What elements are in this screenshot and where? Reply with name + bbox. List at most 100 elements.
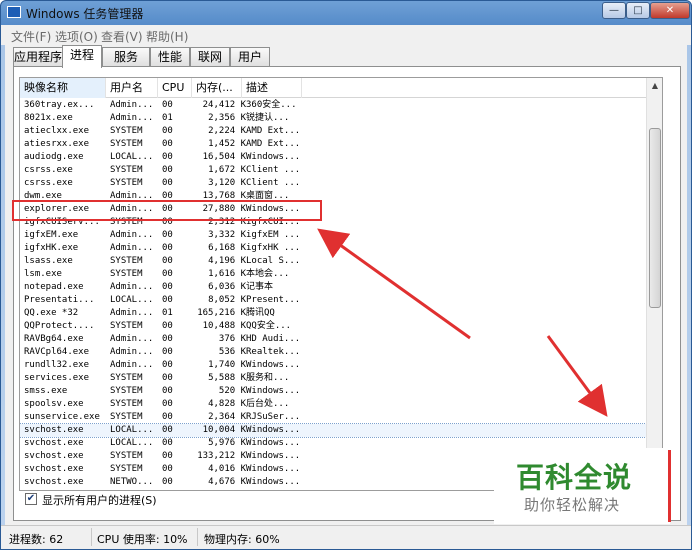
cell-description: Client ...	[246, 178, 301, 188]
status-bar: 进程数: 62 CPU 使用率: 10% 物理内存: 60%	[1, 525, 691, 549]
cell-memory: 8,052 K	[208, 295, 246, 305]
cell-description: AMD Ext...	[246, 139, 301, 149]
cell-cpu: 00	[162, 451, 173, 461]
minimize-button[interactable]: —	[602, 2, 626, 19]
cell-memory: 4,676 K	[208, 477, 246, 487]
menu-help[interactable]: 帮助(H)	[146, 28, 188, 45]
process-row[interactable]: notepad.exe Admin... 00 6,036 K 记事本	[20, 281, 650, 294]
cell-cpu: 00	[162, 334, 173, 344]
cell-user-name: Admin...	[110, 334, 154, 344]
column-image-name[interactable]: 映像名称	[20, 78, 106, 98]
process-row[interactable]: spoolsv.exe SYSTEM 00 4,828 K 后台处...	[20, 398, 650, 411]
cell-description: Windows...	[246, 464, 301, 474]
scroll-up-arrow-icon[interactable]: ▲	[647, 78, 662, 94]
tab-services[interactable]: 服务	[102, 47, 150, 67]
process-row[interactable]: RAVBg64.exe Admin... 00 376 K HD Audi...	[20, 333, 650, 346]
process-row[interactable]: lsm.exe SYSTEM 00 1,616 K 本地会...	[20, 268, 650, 281]
cell-cpu: 00	[162, 295, 173, 305]
show-all-users-label[interactable]: 显示所有用户的进程(S)	[42, 492, 157, 508]
column-memory[interactable]: 内存(...	[192, 78, 242, 98]
menu-view[interactable]: 查看(V)	[101, 28, 143, 45]
cell-cpu: 00	[162, 269, 173, 279]
cell-image-name: svchost.exe	[24, 425, 84, 435]
process-row[interactable]: sunservice.exe SYSTEM 00 2,364 K RJSuSer...	[20, 411, 650, 424]
process-row[interactable]: lsass.exe SYSTEM 00 4,196 K Local S...	[20, 255, 650, 268]
cell-description: 本地会...	[246, 269, 290, 279]
title-bar[interactable]: Windows 任务管理器 — □ ✕	[1, 1, 691, 25]
cell-image-name: QQProtect....	[24, 321, 95, 331]
process-row[interactable]: 8021x.exe Admin... 01 2,356 K 锐捷认...	[20, 112, 650, 125]
menu-options[interactable]: 选项(O)	[55, 28, 98, 45]
process-list[interactable]: 映像名称 用户名 CPU 内存(... 描述 360tray.ex... Admi…	[19, 77, 663, 491]
cell-user-name: SYSTEM	[110, 451, 143, 461]
cell-image-name: svchost.exe	[24, 451, 84, 461]
process-row[interactable]: audiodg.exe LOCAL... 00 16,504 K Windows...	[20, 151, 650, 164]
cell-image-name: 8021x.exe	[24, 113, 73, 123]
menu-file[interactable]: 文件(F)	[11, 28, 51, 45]
cell-image-name: atieclxx.exe	[24, 126, 90, 136]
cell-description: HD Audi...	[246, 334, 301, 344]
cell-cpu: 00	[162, 347, 173, 357]
cell-cpu: 00	[162, 412, 173, 422]
cell-image-name: lsass.exe	[24, 256, 73, 266]
tab-processes[interactable]: 进程	[62, 45, 102, 68]
cell-cpu: 00	[162, 178, 173, 188]
cell-description: igfxHK ...	[246, 243, 301, 253]
status-physical-memory: 物理内存: 60%	[204, 533, 280, 546]
status-process-count: 进程数: 62	[9, 533, 64, 546]
cell-user-name: NETWO...	[110, 477, 154, 487]
cell-user-name: SYSTEM	[110, 386, 143, 396]
process-row[interactable]: 360tray.ex... Admin... 00 24,412 K 360安全...	[20, 99, 650, 112]
cell-cpu: 00	[162, 282, 173, 292]
column-description[interactable]: 描述	[242, 78, 302, 98]
cell-image-name: csrss.exe	[24, 178, 73, 188]
cell-memory: 2,224 K	[208, 126, 246, 136]
cell-cpu: 00	[162, 399, 173, 409]
tab-users[interactable]: 用户	[230, 47, 270, 67]
cell-description: QQ安全...	[246, 321, 292, 331]
cell-image-name: spoolsv.exe	[24, 399, 84, 409]
cell-memory: 10,488 K	[202, 321, 246, 331]
cell-memory: 3,332 K	[208, 230, 246, 240]
cell-image-name: QQ.exe *32	[24, 308, 79, 318]
process-row[interactable]: smss.exe SYSTEM 00 520 K Windows...	[20, 385, 650, 398]
close-button[interactable]: ✕	[650, 2, 690, 19]
cell-memory: 4,196 K	[208, 256, 246, 266]
process-row[interactable]: igfxEM.exe Admin... 00 3,332 KigfxEM ...	[20, 229, 650, 242]
cell-image-name: Presentati...	[24, 295, 95, 305]
process-row[interactable]: csrss.exe SYSTEM 00 1,672 K Client ...	[20, 164, 650, 177]
cell-cpu: 00	[162, 464, 173, 474]
cell-description: AMD Ext...	[246, 126, 301, 136]
window-title: Windows 任务管理器	[26, 7, 144, 21]
cell-memory: 4,828 K	[208, 399, 246, 409]
tab-performance[interactable]: 性能	[150, 47, 190, 67]
process-row[interactable]: services.exe SYSTEM 00 5,588 K 服务和...	[20, 372, 650, 385]
tab-networking[interactable]: 联网	[190, 47, 230, 67]
cell-description: Windows...	[246, 438, 301, 448]
column-cpu[interactable]: CPU	[158, 78, 192, 98]
process-row[interactable]: QQProtect.... SYSTEM 00 10,488 K QQ安全...	[20, 320, 650, 333]
maximize-button[interactable]: □	[626, 2, 650, 19]
process-row[interactable]: Presentati... LOCAL... 00 8,052 K Present...	[20, 294, 650, 307]
process-row[interactable]: RAVCpl64.exe Admin... 00 536 K Realtek...	[20, 346, 650, 359]
watermark-title: 百科全说	[516, 461, 633, 494]
scrollbar-thumb[interactable]	[649, 128, 661, 308]
process-row[interactable]: QQ.exe *32 Admin... 01 165,216 K 腾讯QQ	[20, 307, 650, 320]
cell-user-name: Admin...	[110, 243, 154, 253]
show-all-users-checkbox[interactable]: ✔	[25, 493, 37, 505]
cell-image-name: csrss.exe	[24, 165, 73, 175]
tab-applications[interactable]: 应用程序	[13, 47, 63, 67]
cell-cpu: 00	[162, 100, 173, 110]
cell-description: RJSuSer...	[246, 412, 301, 422]
process-row[interactable]: igfxHK.exe Admin... 00 6,168 KigfxHK ...	[20, 242, 650, 255]
process-row[interactable]: atieclxx.exe SYSTEM 00 2,224 K AMD Ext...	[20, 125, 650, 138]
column-user-name[interactable]: 用户名	[106, 78, 158, 98]
process-row[interactable]: atiesrxx.exe SYSTEM 00 1,452 K AMD Ext...	[20, 138, 650, 151]
process-row[interactable]: svchost.exe LOCAL... 00 10,004 K Windows...	[20, 423, 651, 438]
vertical-scrollbar[interactable]: ▲ ▼	[646, 78, 662, 490]
cell-description: Windows...	[246, 477, 301, 487]
process-row[interactable]: rundll32.exe Admin... 00 1,740 K Windows...	[20, 359, 650, 372]
process-row[interactable]: csrss.exe SYSTEM 00 3,120 K Client ...	[20, 177, 650, 190]
cell-user-name: SYSTEM	[110, 464, 143, 474]
cell-image-name: atiesrxx.exe	[24, 139, 90, 149]
